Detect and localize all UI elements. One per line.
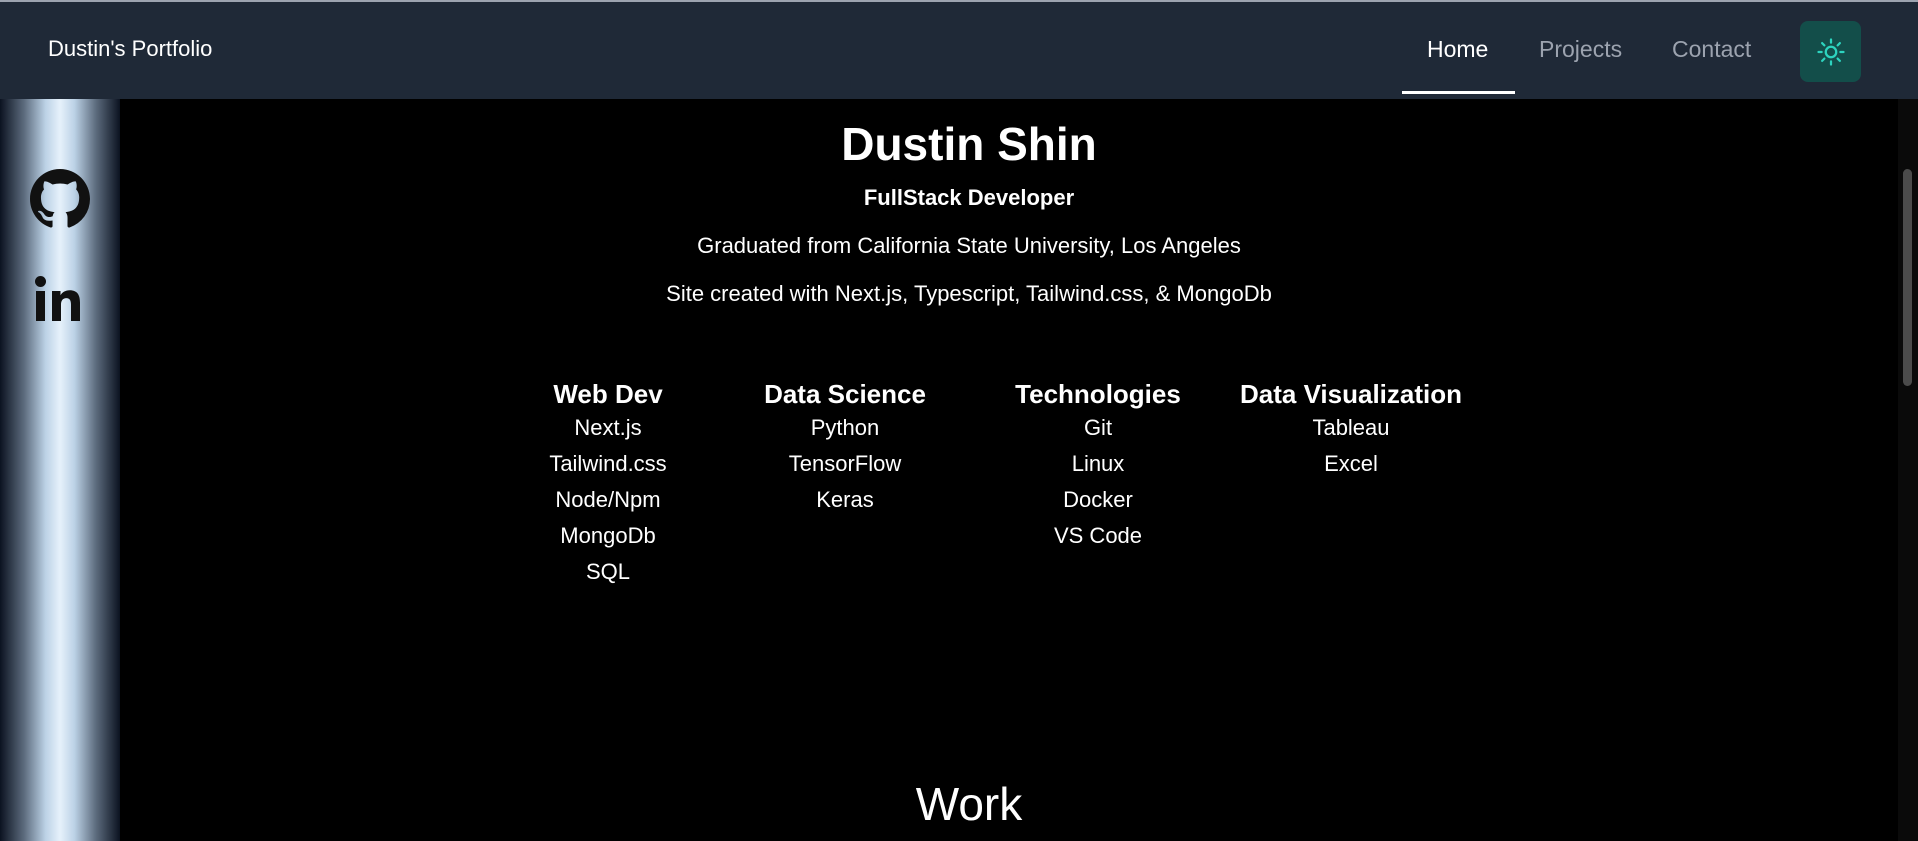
- sun-icon: [1816, 37, 1845, 66]
- skills-heading: Technologies: [1015, 379, 1181, 409]
- skill-item: Linux: [1071, 451, 1125, 476]
- nav-contact[interactable]: Contact: [1672, 36, 1751, 63]
- skills-heading: Data Science: [764, 379, 926, 409]
- skill-item: Excel: [1324, 451, 1378, 476]
- skills-heading: Data Visualization: [1239, 379, 1463, 409]
- hero-role: FullStack Developer: [863, 185, 1075, 210]
- skills-data-science: Data Science Python TensorFlow Keras: [740, 378, 950, 518]
- brand-link[interactable]: Dustin's Portfolio: [48, 36, 212, 62]
- skill-item: Tailwind.css: [549, 451, 667, 476]
- skills-heading: Web Dev: [553, 379, 663, 409]
- skill-item: SQL: [585, 559, 631, 584]
- skill-item: Python: [810, 415, 880, 440]
- social-sidebar: [0, 99, 120, 841]
- work-section-heading: Work: [915, 778, 1023, 830]
- skill-item: MongoDb: [560, 523, 656, 548]
- scrollbar-thumb[interactable]: [1903, 169, 1912, 386]
- skill-item: Tableau: [1312, 415, 1390, 440]
- skill-item: Git: [1083, 415, 1113, 440]
- skills-technologies: Technologies Git Linux Docker VS Code: [993, 378, 1203, 554]
- skill-item: VS Code: [1053, 523, 1143, 548]
- page-scrollbar[interactable]: [1898, 99, 1918, 841]
- skill-item: Docker: [1063, 487, 1133, 512]
- hero-name: Dustin Shin: [841, 118, 1097, 170]
- skill-item: TensorFlow: [788, 451, 902, 476]
- github-icon[interactable]: [30, 169, 90, 229]
- skill-item: Next.js: [574, 415, 642, 440]
- hero-site-info: Site created with Next.js, Typescript, T…: [666, 281, 1272, 306]
- skill-item: Node/Npm: [555, 487, 661, 512]
- active-tab-indicator: [1402, 91, 1515, 94]
- linkedin-icon[interactable]: [30, 271, 90, 331]
- theme-toggle-button[interactable]: [1800, 21, 1861, 82]
- nav-home[interactable]: Home: [1427, 36, 1488, 63]
- navbar: Dustin's Portfolio Home Projects Contact: [0, 2, 1918, 99]
- nav-projects[interactable]: Projects: [1539, 36, 1622, 63]
- hero-education: Graduated from California State Universi…: [697, 233, 1241, 258]
- skills-data-visualization: Data Visualization Tableau Excel: [1226, 378, 1476, 482]
- skill-item: Keras: [816, 487, 874, 512]
- skills-web-dev: Web Dev Next.js Tailwind.css Node/Npm Mo…: [503, 378, 713, 590]
